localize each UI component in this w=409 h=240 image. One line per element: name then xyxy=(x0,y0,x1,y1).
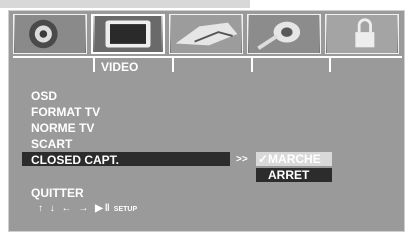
speaker-icon xyxy=(14,15,86,53)
menu-item-closed-capt[interactable]: CLOSED CAPT. xyxy=(31,153,119,167)
tab-language[interactable] xyxy=(247,14,321,54)
option-marche[interactable]: ✓MARCHE xyxy=(256,152,332,166)
tab-divider xyxy=(251,58,253,72)
menu-item-format-tv[interactable]: FORMAT TV xyxy=(31,105,100,119)
quit-button[interactable]: QUITTER xyxy=(31,186,84,200)
tv-icon xyxy=(94,16,162,52)
submenu-indicator: >> xyxy=(236,154,248,165)
menu-item-norme-tv[interactable]: NORME TV xyxy=(31,121,94,135)
setup-label: SETUP xyxy=(113,206,138,213)
nav-keys-icon: ↑ ↓ ← → ▶‖ xyxy=(38,203,112,214)
navigation-hint: ↑ ↓ ← → ▶‖ SETUP xyxy=(38,203,137,214)
tab-video[interactable] xyxy=(91,14,165,54)
microphone-icon xyxy=(248,15,320,53)
tab-divider xyxy=(329,58,331,72)
active-tab-label: VIDEO xyxy=(101,60,139,74)
lock-icon xyxy=(326,15,398,53)
tab-preferences[interactable] xyxy=(169,14,243,54)
menu-item-scart[interactable]: SCART xyxy=(31,137,72,151)
tab-underline xyxy=(13,56,402,58)
category-tabs xyxy=(13,14,402,56)
top-decor-bar xyxy=(0,0,250,8)
hand-icon xyxy=(170,15,242,53)
option-arret[interactable]: ARRET xyxy=(256,168,332,182)
menu-item-osd[interactable]: OSD xyxy=(31,89,57,103)
tab-divider xyxy=(93,58,95,72)
top-decor-bar-right xyxy=(262,0,409,8)
tab-parental-lock[interactable] xyxy=(325,14,399,54)
tab-audio[interactable] xyxy=(13,14,87,54)
tab-divider xyxy=(172,58,174,72)
